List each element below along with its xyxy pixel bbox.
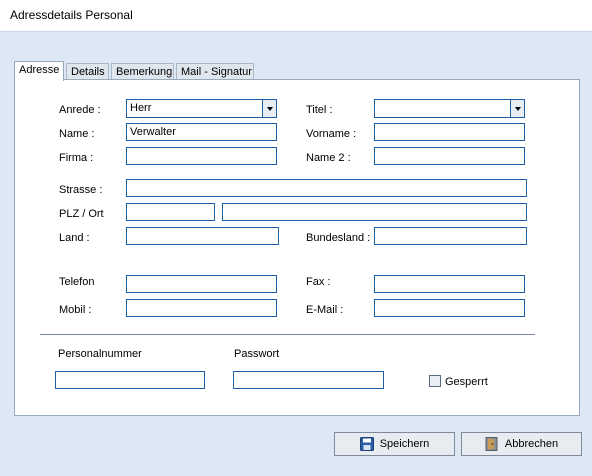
land-label: Land : <box>59 232 90 244</box>
chevron-down-icon <box>266 106 273 111</box>
save-button[interactable]: Speichern <box>334 432 455 456</box>
anrede-label: Anrede : <box>59 104 101 116</box>
titel-dropdown-button[interactable] <box>510 100 524 117</box>
land-field[interactable] <box>126 227 279 245</box>
tab-adresse[interactable]: Adresse <box>14 61 64 81</box>
name-label: Name : <box>59 128 95 140</box>
fax-label: Fax : <box>306 276 331 288</box>
anrede-combobox[interactable]: Herr <box>126 99 277 118</box>
passwort-label: Passwort <box>234 348 280 360</box>
personalnummer-label: Personalnummer <box>58 348 142 360</box>
plz-ort-label: PLZ / Ort <box>59 208 104 220</box>
exit-door-icon <box>485 437 499 451</box>
titel-label: Titel : <box>306 104 333 116</box>
ort-field[interactable] <box>222 203 527 221</box>
fax-field[interactable] <box>374 275 525 293</box>
telefon-field[interactable] <box>126 275 277 293</box>
email-label: E-Mail : <box>306 304 344 316</box>
name-field[interactable]: Verwalter <box>126 123 277 141</box>
strasse-field[interactable] <box>126 179 527 197</box>
window-title: Adressdetails Personal <box>10 8 133 22</box>
firma-field[interactable] <box>126 147 277 165</box>
strasse-label: Strasse : <box>59 184 103 196</box>
chevron-down-icon <box>514 106 521 111</box>
firma-label: Firma : <box>59 152 94 164</box>
name2-field[interactable] <box>374 147 525 165</box>
tab-details[interactable]: Details <box>66 63 109 80</box>
telefon-label: Telefon <box>59 276 95 288</box>
personalnummer-field[interactable] <box>55 371 205 389</box>
anrede-value: Herr <box>130 102 152 114</box>
gesperrt-label: Gesperrt <box>445 376 488 388</box>
email-field[interactable] <box>374 299 525 317</box>
save-button-label: Speichern <box>379 438 430 450</box>
plz-field[interactable] <box>126 203 215 221</box>
vorname-field[interactable] <box>374 123 525 141</box>
cancel-button-label: Abbrechen <box>504 438 559 450</box>
cancel-button[interactable]: Abbrechen <box>461 432 582 456</box>
bundesland-label: Bundesland : <box>306 232 371 244</box>
mobil-label: Mobil : <box>59 304 92 316</box>
tab-bemerkung[interactable]: Bemerkung <box>111 63 174 80</box>
section-divider <box>40 334 535 335</box>
bundesland-field[interactable] <box>374 227 527 245</box>
passwort-field[interactable] <box>233 371 384 389</box>
gesperrt-checkbox[interactable] <box>429 375 441 387</box>
mobil-field[interactable] <box>126 299 277 317</box>
name2-label: Name 2 : <box>306 152 351 164</box>
save-icon <box>359 437 374 451</box>
vorname-label: Vorname : <box>306 128 357 140</box>
titel-combobox[interactable] <box>374 99 525 118</box>
title-bar: Adressdetails Personal <box>0 0 592 32</box>
tab-mail-signatur[interactable]: Mail - Signatur <box>176 63 254 80</box>
anrede-dropdown-button[interactable] <box>262 100 276 117</box>
